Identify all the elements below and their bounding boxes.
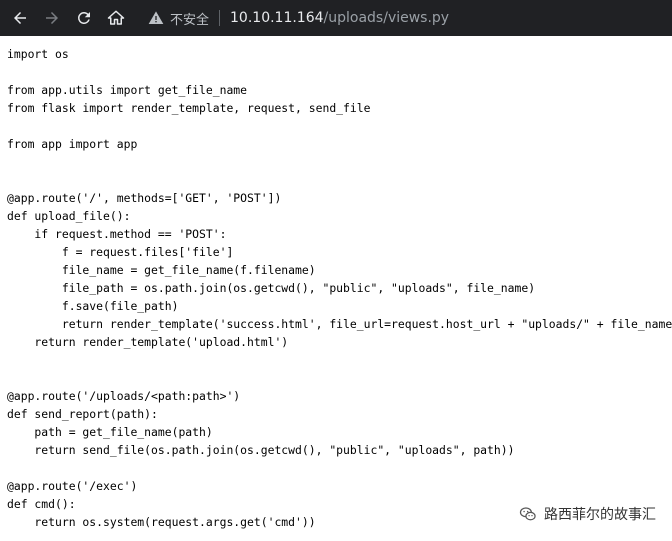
forward-button[interactable] (40, 6, 64, 30)
home-button[interactable] (104, 6, 128, 30)
back-arrow-icon (14, 12, 26, 24)
url-path: /uploads/views.py (323, 10, 450, 26)
code-line: @app.route('/uploads/<path:path>') (7, 389, 241, 403)
code-line: return render_template('success.html', f… (7, 317, 672, 331)
code-line: import os (7, 47, 69, 61)
forward-arrow-icon (46, 12, 58, 24)
reload-icon (77, 11, 90, 24)
wechat-icon (519, 507, 536, 521)
code-line: f.save(file_path) (7, 299, 179, 313)
reload-button[interactable] (72, 6, 96, 30)
warning-icon (148, 10, 164, 26)
code-line: @app.route('/', methods=['GET', 'POST']) (7, 191, 282, 205)
security-label: 不安全 (170, 12, 210, 28)
browser-toolbar: 不安全 10.10.11.164/uploads/views.py (0, 0, 672, 36)
watermark: 路西菲尔的故事汇 (518, 502, 656, 526)
watermark-text: 路西菲尔的故事汇 (544, 507, 656, 523)
code-line: return send_file(os.path.join(os.getcwd(… (7, 443, 515, 457)
code-line: from flask import render_template, reque… (7, 101, 371, 115)
home-icon (107, 10, 125, 25)
code-line: path = get_file_name(path) (7, 425, 213, 439)
code-line: from app.utils import get_file_name (7, 83, 248, 97)
divider (219, 10, 221, 26)
code-line: f = request.files['file'] (7, 245, 234, 259)
address-bar[interactable]: 不安全 10.10.11.164/uploads/views.py (148, 5, 449, 31)
page-content: import os from app.utils import get_file_… (7, 45, 672, 531)
code-line: if request.method == 'POST': (7, 227, 227, 241)
code-line: file_name = get_file_name(f.filename) (7, 263, 316, 277)
source-code: import os from app.utils import get_file_… (7, 45, 672, 531)
code-line: file_path = os.path.join(os.getcwd(), "p… (7, 281, 536, 295)
code-line: def upload_file(): (7, 209, 131, 223)
code-line: def send_report(path): (7, 407, 158, 421)
back-button[interactable] (8, 6, 32, 30)
url-host: 10.10.11.164 (230, 10, 324, 26)
code-line: return render_template('upload.html') (7, 335, 289, 349)
code-line: from app import app (7, 137, 138, 151)
code-line: @app.route('/exec') (7, 479, 138, 493)
